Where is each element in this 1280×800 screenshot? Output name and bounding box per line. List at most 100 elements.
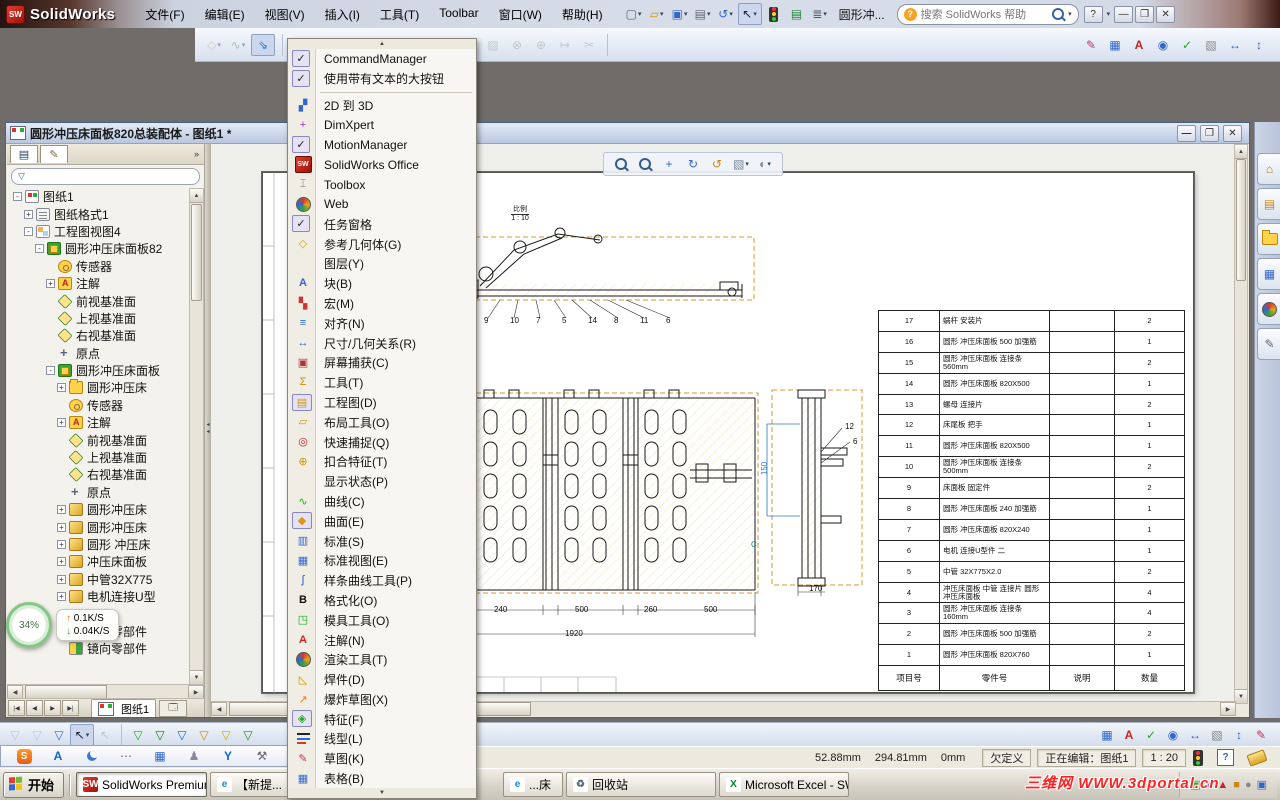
dropdown-caret-icon[interactable]: ▾ bbox=[729, 10, 733, 18]
menu-item-块(B)[interactable]: A 块(B) bbox=[288, 274, 476, 294]
zoom-fit-icon[interactable] bbox=[610, 154, 632, 174]
ime-keyboard-icon[interactable]: ▦ bbox=[149, 746, 171, 766]
menu-item-MotionManager[interactable]: ✓ MotionManager bbox=[288, 135, 476, 155]
taskpane-tab-appearances-icon[interactable] bbox=[1257, 293, 1280, 325]
menu-item-Toolbox[interactable]: ⌶ Toolbox bbox=[288, 175, 476, 195]
dimxpert-icon[interactable]: + bbox=[292, 116, 314, 133]
sheet-tab[interactable]: 图纸1 bbox=[91, 699, 157, 717]
weldments-icon[interactable]: ◺ bbox=[292, 671, 314, 688]
tree-horizontal-scrollbar[interactable]: ◀ ▶ bbox=[7, 684, 204, 699]
filter-faces-icon[interactable]: ▽ bbox=[171, 725, 193, 745]
menu-item-使用带有文本的大按钮[interactable]: ✓ 使用带有文本的大按钮 bbox=[288, 69, 476, 89]
filter-vertices-icon[interactable]: ▽ bbox=[127, 725, 149, 745]
first-sheet-icon[interactable]: |◀ bbox=[8, 700, 25, 716]
solidworks-office-icon[interactable]: SW bbox=[292, 155, 314, 173]
menu-item-SolidWorks Office[interactable]: SW SolidWorks Office bbox=[288, 155, 476, 175]
menu-item-渲染工具(T)[interactable]: 渲染工具(T) bbox=[288, 650, 476, 670]
tree-item-前视基准面[interactable]: 前视基准面 bbox=[9, 292, 188, 309]
tree-item-圆形冲压床[interactable]: + 圆形冲压床 bbox=[9, 379, 188, 396]
expand-icon[interactable]: + bbox=[57, 383, 66, 393]
dropdown-caret-icon[interactable]: ▾ bbox=[86, 731, 90, 739]
reference-geometry-icon[interactable]: ◇ bbox=[292, 235, 314, 252]
blocks-icon[interactable]: A bbox=[292, 275, 314, 292]
rebuild-icon[interactable] bbox=[763, 4, 785, 24]
menu-item-工程图(D)[interactable]: ▤ 工程图(D) bbox=[288, 393, 476, 413]
format-painter-icon[interactable]: ▧ bbox=[1200, 35, 1222, 55]
file-explorer-icon[interactable] bbox=[1259, 229, 1280, 249]
taskpane-tab-home-icon[interactable]: ⌂ bbox=[1257, 153, 1280, 185]
menu-item-参考几何体(G)[interactable]: ◇ 参考几何体(G) bbox=[288, 234, 476, 254]
select-icon[interactable]: ↖ ▾ bbox=[70, 723, 94, 746]
layout-tools-icon[interactable]: ▱ bbox=[292, 413, 314, 430]
undo-icon[interactable]: ↺ ▾ bbox=[715, 4, 737, 24]
menu-3[interactable]: 视图(V) bbox=[255, 3, 315, 26]
taskbar-button-1[interactable]: SWSolidWorks Premium 201... bbox=[76, 772, 208, 797]
print-icon[interactable]: ▤ ▾ bbox=[692, 4, 714, 24]
expand-icon[interactable]: + bbox=[24, 209, 33, 219]
tree-item-上视基准面[interactable]: 上视基准面 bbox=[9, 449, 188, 466]
menu-item-样条曲线工具(P)[interactable]: ʃ 样条曲线工具(P) bbox=[288, 571, 476, 591]
filter-components-icon[interactable]: ▽ bbox=[237, 725, 259, 745]
view-orientation-icon[interactable]: ▧ ▾ bbox=[730, 154, 752, 174]
scroll-right-icon[interactable]: ▶ bbox=[1220, 702, 1236, 716]
dropdown-caret-icon[interactable]: ▾ bbox=[823, 10, 827, 18]
tree-item-右视基准面[interactable]: 右视基准面 bbox=[9, 327, 188, 344]
tree-item-传感器[interactable]: 传感器 bbox=[9, 258, 188, 275]
2d-to-3d-icon[interactable]: ▞ bbox=[292, 97, 314, 114]
menu-item-屏幕捕获(C)[interactable]: ▣ 屏幕捕获(C) bbox=[288, 353, 476, 373]
search-icon[interactable] bbox=[1052, 8, 1065, 20]
propertymanager-tab[interactable]: ✎ bbox=[40, 145, 68, 163]
lasso-select-icon[interactable]: ↖ bbox=[94, 725, 116, 745]
features-icon[interactable]: ◈ bbox=[292, 710, 312, 728]
extend-surface-icon[interactable]: ↦ bbox=[554, 35, 576, 55]
view-palette-icon[interactable]: ▦ bbox=[1259, 264, 1280, 284]
new-document-icon[interactable]: ▢ ▾ bbox=[623, 4, 645, 24]
tables-icon[interactable]: ▦ bbox=[292, 770, 314, 787]
restore-button[interactable]: ❐ bbox=[1135, 5, 1155, 23]
menu-item-表格(B)[interactable]: ▦ 表格(B) bbox=[288, 769, 476, 789]
home-icon[interactable]: ⌂ bbox=[1259, 159, 1280, 179]
add-sheet-tab[interactable]: 🗔 bbox=[159, 699, 188, 717]
menu-item-特征(F)[interactable]: ◈ 特征(F) bbox=[288, 709, 476, 729]
line-format-icon[interactable] bbox=[292, 730, 314, 747]
display-style-icon[interactable]: ◐ ▾ bbox=[754, 154, 776, 174]
panel-expand-icon[interactable]: » bbox=[194, 149, 204, 159]
tree-item-传感器[interactable]: 传感器 bbox=[9, 397, 188, 414]
taskpane-tab-file-explorer-icon[interactable] bbox=[1257, 223, 1280, 255]
tree-item-图纸格式1[interactable]: + 图纸格式1 bbox=[9, 205, 188, 222]
menu-5[interactable]: 工具(T) bbox=[370, 3, 429, 26]
auto-dimension-icon[interactable]: ↕ bbox=[1228, 725, 1250, 745]
clear-filter-icon[interactable]: ▽ bbox=[26, 725, 48, 745]
menu-item-工具(T)[interactable]: Σ 工具(T) bbox=[288, 373, 476, 393]
menu-item-显示状态(P)[interactable]: 显示状态(P) bbox=[288, 472, 476, 492]
menu-item-Web[interactable]: Web bbox=[288, 195, 476, 215]
tree-item-前视基准面[interactable]: 前视基准面 bbox=[9, 431, 188, 448]
menu-item-格式化(O)[interactable]: B 格式化(O) bbox=[288, 591, 476, 611]
custom-properties-icon[interactable]: ✎ bbox=[1259, 334, 1280, 354]
replace-face-icon[interactable]: ⊕ bbox=[530, 35, 552, 55]
close-button[interactable]: ✕ bbox=[1156, 5, 1176, 23]
web-icon[interactable] bbox=[292, 196, 314, 213]
menu-item-布局工具(O)[interactable]: ▱ 布局工具(O) bbox=[288, 412, 476, 432]
dropdown-caret-icon[interactable]: ▾ bbox=[242, 41, 246, 49]
ime-shirt-icon[interactable]: Y bbox=[217, 746, 239, 766]
mold-tools-icon[interactable]: ◳ bbox=[292, 611, 314, 628]
tree-item-原点[interactable]: 原点 bbox=[9, 484, 188, 501]
taskpane-tab-view-palette-icon[interactable]: ▦ bbox=[1257, 258, 1280, 290]
taskpane-tab-custom-properties-icon[interactable]: ✎ bbox=[1257, 328, 1280, 360]
tree-item-圆形冲压床[interactable]: + 圆形冲压床 bbox=[9, 518, 188, 535]
network-speed-overlay[interactable]: 34% ↑ 0.1K/S ↓ 0.04K/S bbox=[6, 602, 120, 648]
menu-item-任务窗格[interactable]: ✓ 任务窗格 bbox=[288, 214, 476, 234]
pan-icon[interactable]: + bbox=[658, 154, 680, 174]
search-input[interactable]: ? 搜索 SolidWorks 帮助 ▾ bbox=[896, 3, 1079, 25]
scroll-left-icon[interactable]: ◀ bbox=[211, 702, 227, 716]
formatting-icon[interactable]: B bbox=[292, 592, 314, 609]
scroll-down-icon[interactable]: ▼ bbox=[190, 670, 203, 684]
note-icon[interactable]: A bbox=[1128, 35, 1150, 55]
menu-item-尺寸/几何关系(R)[interactable]: ↔ 尺寸/几何关系(R) bbox=[288, 333, 476, 353]
menu-item-扣合特征(T)[interactable]: ⊕ 扣合特征(T) bbox=[288, 452, 476, 472]
drawing-vertical-scrollbar[interactable]: ▲ ▼ bbox=[1234, 144, 1248, 704]
appearances-icon[interactable] bbox=[1259, 299, 1280, 319]
expand-icon[interactable]: + bbox=[57, 505, 66, 515]
table-icon[interactable]: ▦ bbox=[1104, 35, 1126, 55]
